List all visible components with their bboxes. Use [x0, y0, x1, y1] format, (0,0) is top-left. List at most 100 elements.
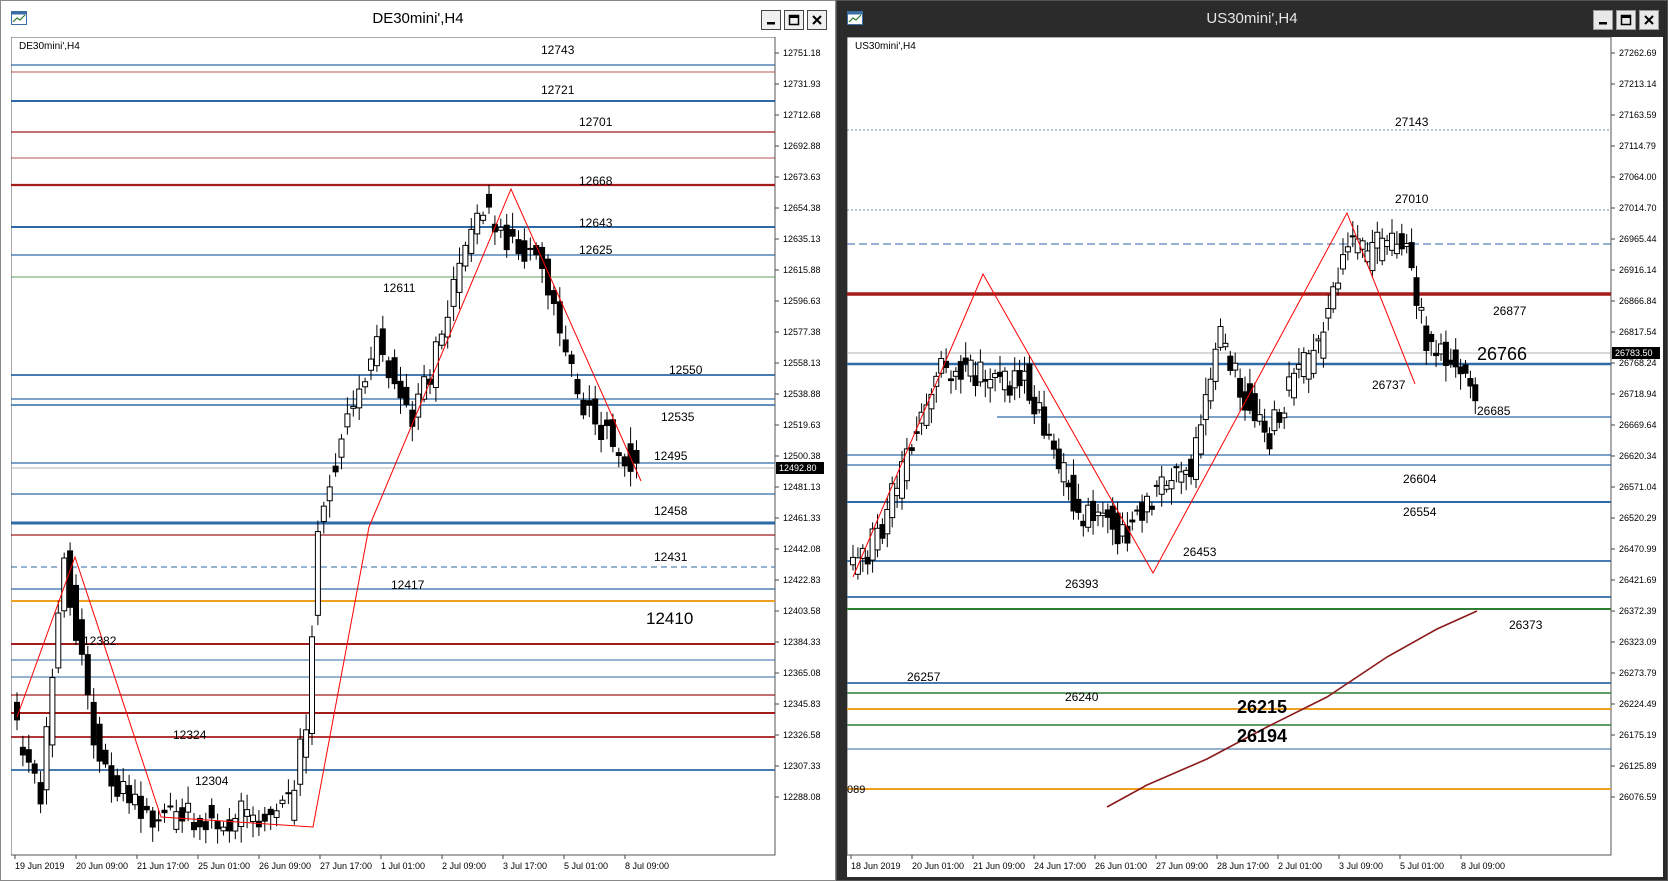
candle-body — [864, 556, 871, 565]
price-axis-label: 12596.63 — [783, 296, 821, 306]
candle-body — [1050, 440, 1057, 450]
window-title: DE30mini',H4 — [372, 10, 464, 27]
candle-body — [1256, 414, 1263, 422]
candle-body — [67, 550, 74, 608]
close-button[interactable] — [807, 10, 827, 30]
candle-body — [609, 419, 616, 447]
price-axis-label: 12288.08 — [783, 792, 821, 802]
candle-body — [1114, 512, 1121, 545]
candle-body — [1315, 338, 1322, 342]
candle-body — [255, 820, 262, 828]
price-axis-label: 12558.13 — [783, 358, 821, 368]
candle-body — [1163, 485, 1170, 490]
restore-button[interactable] — [784, 10, 804, 30]
candle-body — [132, 793, 138, 806]
candle-body — [1389, 232, 1395, 251]
candle-body — [550, 290, 557, 305]
candle-body — [114, 775, 121, 797]
price-axis-label: 27014.70 — [1619, 203, 1657, 213]
candle-body — [379, 328, 386, 356]
candle-body — [332, 465, 339, 473]
candle-body — [1011, 370, 1018, 389]
candle-body — [1109, 505, 1116, 530]
level-label: 26215 — [1237, 697, 1287, 717]
level-label: 26373 — [1509, 618, 1543, 632]
candle-body — [1134, 509, 1141, 512]
minimize-button[interactable] — [761, 10, 781, 30]
candle-body — [948, 378, 954, 382]
candle-body — [1305, 353, 1312, 380]
chart-window-us30[interactable]: US30mini',H4 US30mini',H4 27143 27010 2687… — [836, 0, 1668, 881]
candle-body — [397, 380, 404, 399]
price-axis-label: 12577.38 — [783, 327, 821, 337]
price-axis-label: 26965.44 — [1619, 234, 1657, 244]
candle-body — [574, 378, 581, 395]
candle-body — [1090, 500, 1097, 522]
time-axis-label: 20 Jun 09:00 — [76, 861, 128, 871]
close-icon — [812, 15, 822, 25]
price-chart[interactable]: DE30mini',H4 12743 12721 12701 12668 12643 12… — [11, 37, 827, 877]
candle-body — [1413, 277, 1420, 306]
candle-body — [344, 413, 351, 428]
candle-body — [303, 729, 310, 758]
price-chart[interactable]: US30mini',H4 27143 27010 26877 26766 26737 26… — [847, 37, 1663, 877]
candle-body — [320, 505, 327, 522]
candle-body — [391, 357, 398, 385]
level-label: 26685 — [1477, 404, 1511, 418]
price-axis-label: 12307.33 — [783, 761, 821, 771]
candle-body — [1119, 524, 1126, 537]
candle-body — [232, 817, 239, 832]
candle-body — [1271, 409, 1278, 432]
price-axis-label: 12442.08 — [783, 544, 821, 554]
candle-body — [1075, 498, 1082, 513]
price-axis-label: 12461.33 — [783, 513, 821, 523]
close-button[interactable] — [1639, 10, 1659, 30]
chart-window-de30[interactable]: DE30mini',H4 DE30mini',H4 12743 12721 1270… — [0, 0, 836, 881]
candle-body — [126, 785, 133, 804]
price-axis-label: 27262.69 — [1619, 48, 1657, 58]
candle-body — [586, 400, 593, 406]
level-label: 26393 — [1065, 577, 1099, 591]
chart-area[interactable]: US30mini',H4 27143 27010 26877 26766 26737 26… — [847, 37, 1663, 877]
level-label: 12458 — [654, 504, 688, 518]
candle-body — [214, 820, 221, 830]
restore-button[interactable] — [1616, 10, 1636, 30]
candle-body — [1379, 237, 1386, 262]
candle-body — [1340, 254, 1346, 270]
candle-body — [879, 524, 886, 539]
time-axis-label: 20 Jun 01:00 — [912, 861, 964, 871]
candle-body — [250, 814, 256, 823]
level-label: 12495 — [654, 449, 688, 463]
candle-body — [1197, 424, 1204, 455]
candle-body — [1006, 385, 1013, 396]
time-axis-label: 28 Jun 17:00 — [1217, 861, 1269, 871]
candle-body — [1001, 370, 1008, 391]
title-bar[interactable]: DE30mini',H4 — [1, 1, 835, 37]
candle-body — [1398, 233, 1405, 250]
candle-body — [1310, 349, 1317, 374]
level-label: 26240 — [1065, 690, 1099, 704]
candle-body — [621, 456, 628, 467]
minimize-button[interactable] — [1593, 10, 1613, 30]
candle-body — [923, 404, 930, 426]
level-label: 27010 — [1395, 192, 1429, 206]
candle-body — [1374, 231, 1381, 249]
price-axis-label: 12654.38 — [783, 203, 821, 213]
window-title: US30mini',H4 — [1206, 10, 1298, 27]
candle-body — [1276, 412, 1283, 423]
level-label: 26877 — [1493, 304, 1527, 318]
candle-body — [1261, 420, 1268, 433]
candle-body — [444, 316, 451, 338]
title-bar[interactable]: US30mini',H4 — [837, 1, 1667, 37]
candle-body — [1085, 504, 1092, 528]
chart-area[interactable]: DE30mini',H4 12743 12721 12701 12668 12643 12… — [11, 37, 827, 877]
candle-body — [297, 738, 304, 785]
candle-body — [1046, 433, 1052, 436]
current-price-label: 12492.80 — [779, 463, 817, 473]
time-axis-label: 21 Jun 09:00 — [973, 861, 1025, 871]
candle-body — [1393, 243, 1400, 255]
restore-icon — [1620, 14, 1632, 26]
candle-body — [1178, 471, 1185, 483]
current-price-label: 26783.50 — [1615, 348, 1653, 358]
candle-body — [967, 359, 974, 377]
